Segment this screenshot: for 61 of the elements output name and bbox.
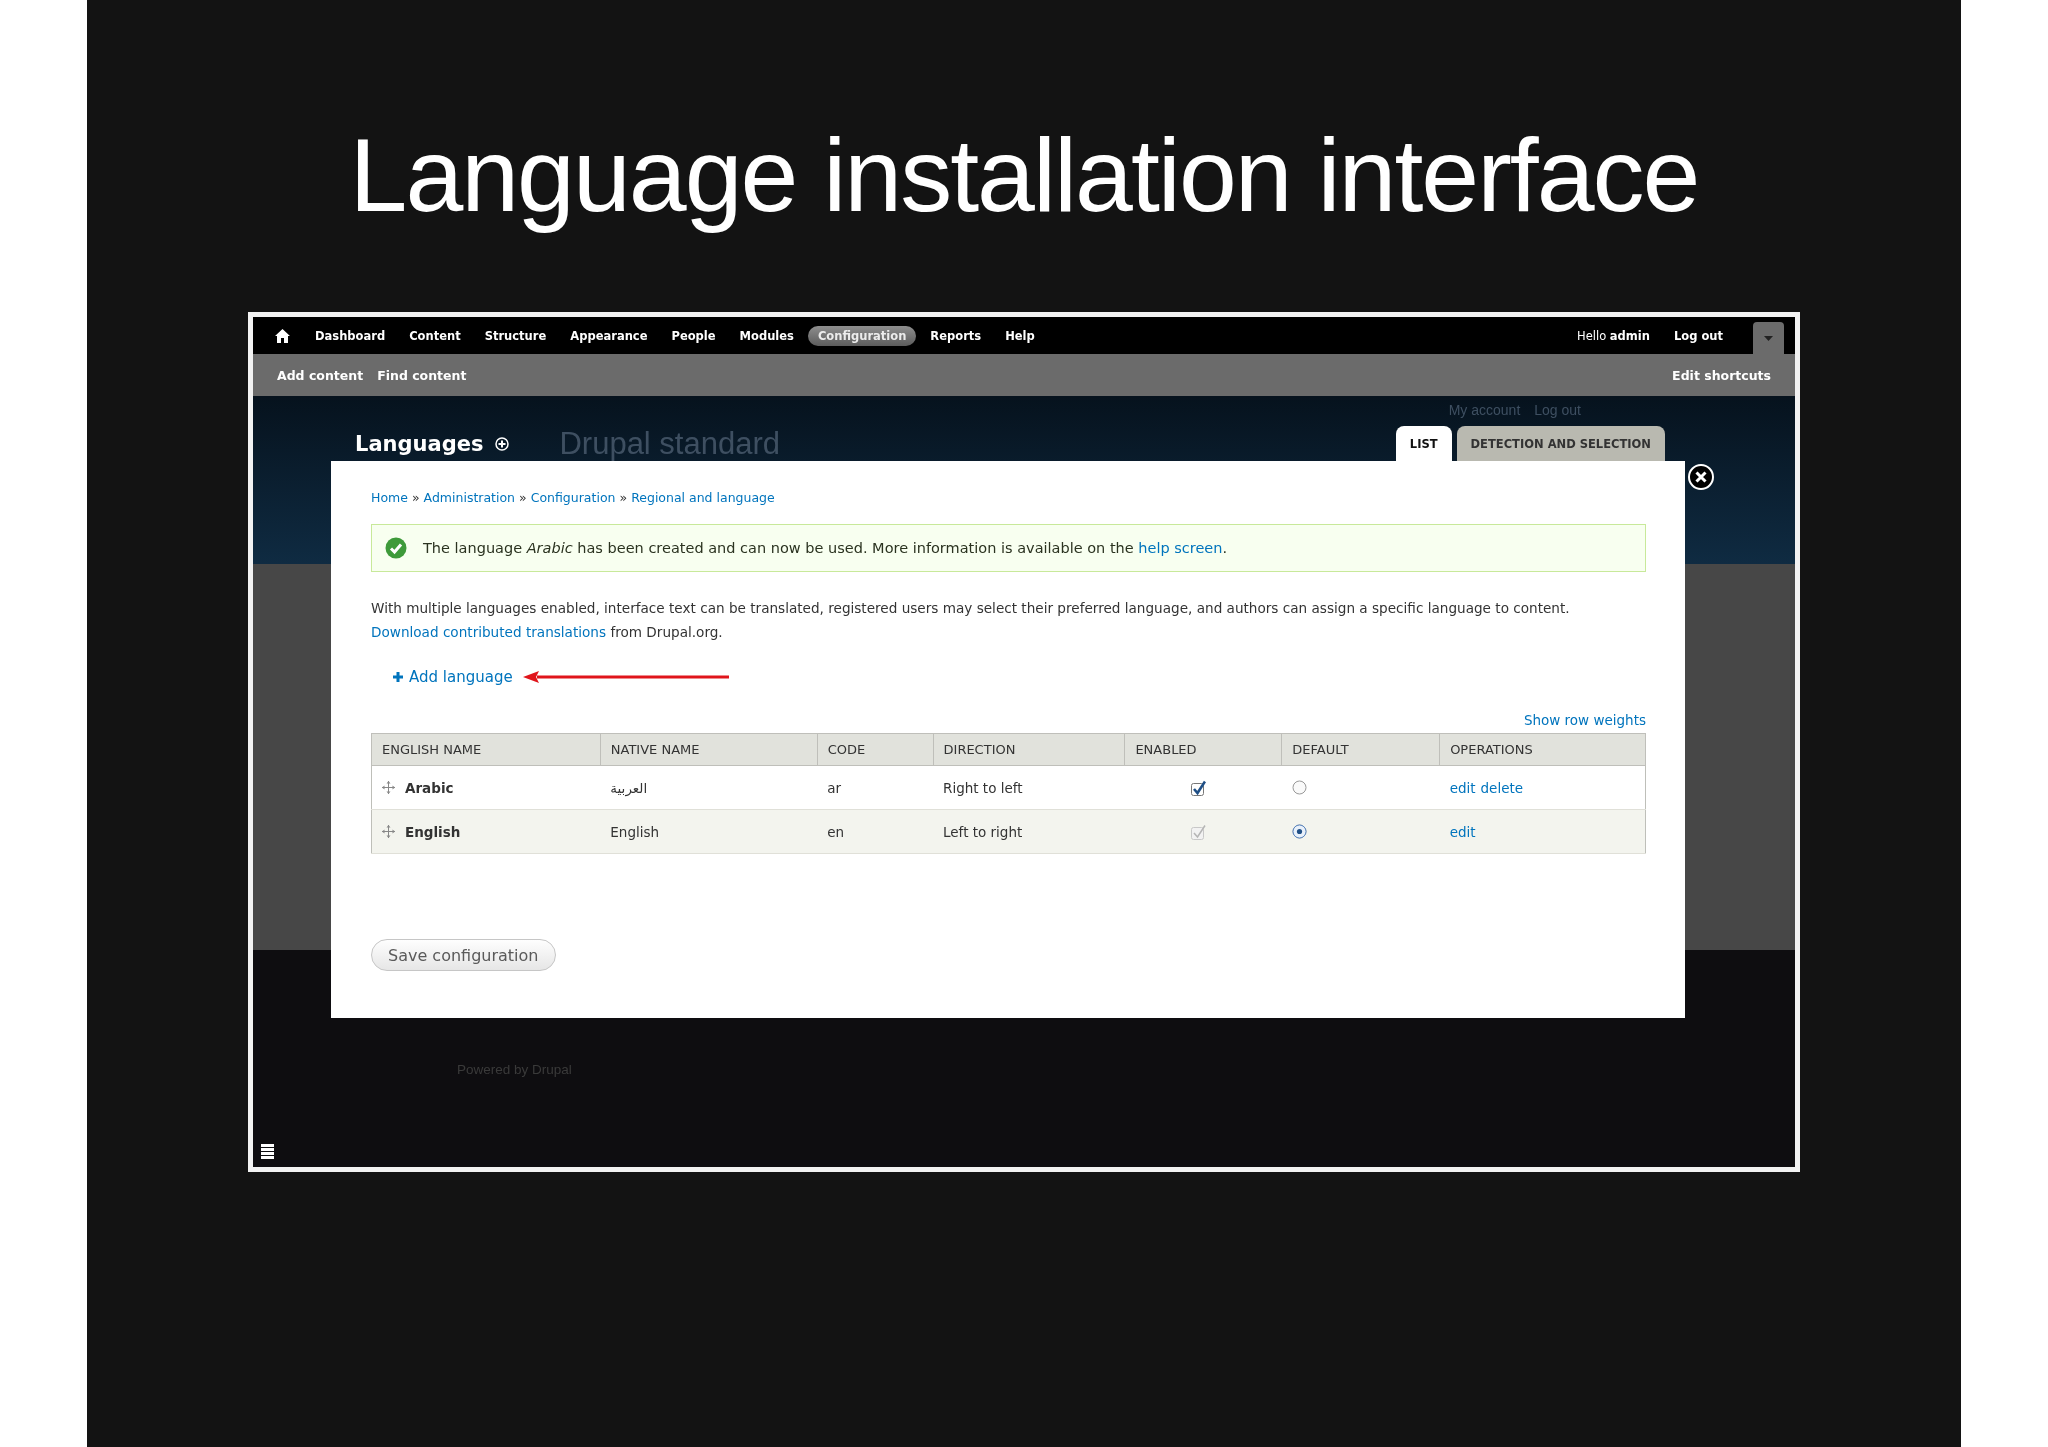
- drag-handle-icon: [382, 825, 395, 838]
- site-name: Drupal standard: [559, 426, 780, 462]
- download-translations-link[interactable]: Download contributed translations: [371, 624, 607, 640]
- caret-icon: [1764, 335, 1773, 341]
- drag-handle-icon: [382, 781, 395, 794]
- tab[interactable]: DETECTION AND SELECTION: [1456, 426, 1665, 462]
- breadcrumb-separator: »: [411, 489, 420, 505]
- home-icon: [275, 328, 290, 343]
- toolbar-item[interactable]: Appearance: [560, 325, 658, 346]
- toolbar-item[interactable]: Structure: [474, 325, 557, 346]
- enabled-checkbox[interactable]: [1190, 779, 1206, 796]
- column-header: DIRECTION: [933, 733, 1125, 766]
- breadcrumb-separator: »: [519, 489, 527, 505]
- column-header: CODE: [817, 733, 934, 766]
- toolbar-item[interactable]: People: [661, 325, 726, 346]
- toolbar-item[interactable]: Content: [399, 325, 471, 346]
- toolbar-item[interactable]: Reports: [920, 325, 992, 346]
- save-configuration-button[interactable]: Save configuration: [371, 939, 556, 971]
- table-cell: Arabic: [405, 779, 454, 796]
- plus-icon: [393, 672, 403, 682]
- help-link[interactable]: help screen: [1138, 540, 1223, 556]
- add-language-link[interactable]: Add language: [393, 668, 513, 686]
- column-header: ENABLED: [1124, 733, 1282, 766]
- success-check-icon: [385, 537, 407, 559]
- table-cell: العربية: [610, 779, 648, 796]
- toolbar-item[interactable]: Modules: [729, 325, 804, 346]
- table-cell: English: [405, 823, 461, 840]
- table-cell: Left to right: [943, 823, 1023, 840]
- logout-link[interactable]: Log out: [1673, 328, 1723, 343]
- column-header: DEFAULT: [1281, 733, 1440, 766]
- toolbar-toggle-button[interactable]: [1753, 322, 1784, 354]
- shortcut-link[interactable]: Add content: [277, 367, 364, 383]
- operation-link[interactable]: edit: [1449, 779, 1476, 796]
- operation-link[interactable]: delete: [1480, 779, 1524, 796]
- user-greeting[interactable]: Hello admin: [1577, 328, 1650, 343]
- breadcrumb-link[interactable]: Regional and language: [631, 489, 775, 505]
- column-header: NATIVE NAME: [600, 733, 818, 766]
- breadcrumb-link[interactable]: Configuration: [530, 489, 616, 505]
- table-cell: English: [610, 823, 660, 840]
- toolbar-item[interactable]: Configuration: [807, 325, 917, 346]
- table-cell: Right to left: [943, 779, 1023, 796]
- edit-shortcuts-link[interactable]: Edit shortcuts: [1672, 367, 1771, 383]
- column-header: ENGLISH NAME: [371, 733, 601, 766]
- breadcrumb-link[interactable]: Administration: [423, 489, 516, 505]
- slide-title: Language installation interface: [348, 116, 1700, 235]
- column-header: OPERATIONS: [1439, 733, 1646, 766]
- show-row-weights-link[interactable]: Show row weights: [1523, 712, 1646, 728]
- breadcrumb-link[interactable]: Home: [371, 489, 408, 505]
- page-title: Languages: [355, 432, 484, 456]
- table-cell: en: [827, 823, 844, 840]
- toolbar-item[interactable]: Help: [995, 325, 1045, 346]
- shortcut-link[interactable]: Find content: [377, 367, 467, 383]
- breadcrumb-separator: »: [619, 489, 628, 505]
- tab[interactable]: LIST: [1395, 426, 1452, 462]
- menu-icon: [261, 1144, 274, 1159]
- table-cell: ar: [827, 779, 841, 796]
- toolbar-item[interactable]: Dashboard: [305, 325, 396, 346]
- add-shortcut-icon: [495, 437, 510, 451]
- status-message: The language Arabic has been created and can now be used. More information is available on the help screen.: [423, 540, 1228, 556]
- description-text: With multiple languages enabled, interface text can be translated, registered users may select their preferred language, and authors can assign a specific language to content. Download contributed translations from Drupal.org.: [371, 599, 1571, 642]
- default-radio-button[interactable]: [1291, 780, 1307, 795]
